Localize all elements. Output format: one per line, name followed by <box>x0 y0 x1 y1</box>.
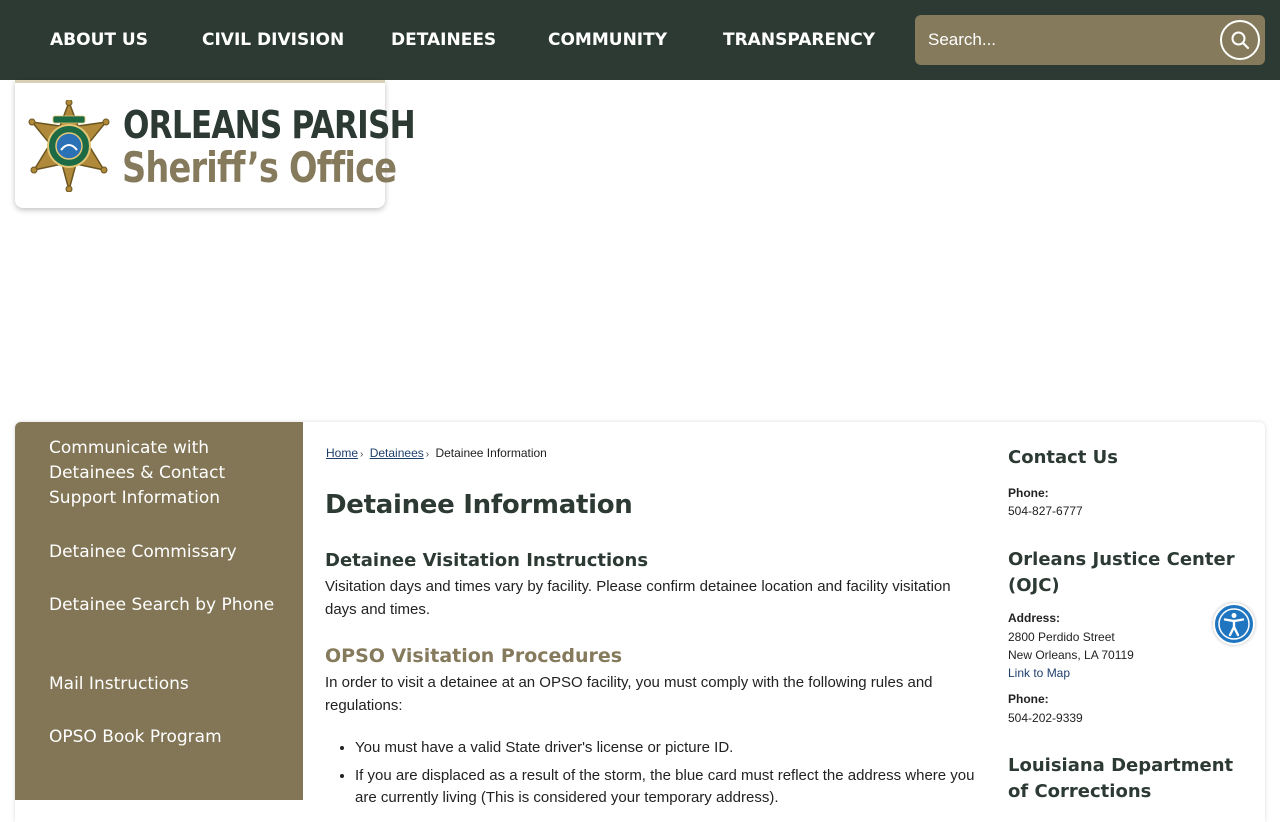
ojc-phone-label: Phone: <box>1008 692 1049 706</box>
breadcrumb-home-link[interactable]: Home <box>326 446 358 460</box>
ojc-address-line2: New Orleans, LA 70119 <box>1008 648 1134 662</box>
visitation-instructions-text: Visitation days and times vary by facili… <box>325 578 951 618</box>
list-item: If you are displaced as a result of the … <box>355 765 995 809</box>
visitation-instructions-heading: Detainee Visitation Instructions <box>325 550 649 571</box>
sidebar-item-book-program[interactable]: OPSO Book Program <box>49 725 279 750</box>
nav-detainees[interactable]: DETAINEES <box>391 30 496 50</box>
nav-about-us[interactable]: ABOUT US <box>50 30 148 50</box>
nav-community[interactable]: COMMUNITY <box>548 30 667 50</box>
ojc-phone-value: 504-202-9339 <box>1008 711 1083 725</box>
ojc-heading: Orleans Justice Center (OJC) <box>1008 549 1235 596</box>
logo-title-line2: Sheriff’s Office <box>122 143 397 192</box>
page-title: Detainee Information <box>325 490 633 520</box>
search-input[interactable] <box>915 15 1205 65</box>
breadcrumb-separator: › <box>425 449 430 460</box>
sheriff-star-badge-icon <box>28 100 110 192</box>
search-box <box>915 15 1265 65</box>
search-button[interactable] <box>1220 20 1260 60</box>
visitation-rules-list: You must have a valid State driver's lic… <box>325 737 995 815</box>
visitation-procedures-text: In order to visit a detainee at an OPSO … <box>325 674 933 714</box>
nav-transparency[interactable]: TRANSPARENCY <box>723 30 875 50</box>
list-item: You must have a valid State driver's lic… <box>355 737 995 759</box>
accessibility-button[interactable] <box>1213 603 1255 645</box>
contact-phone-label: Phone: <box>1008 486 1049 500</box>
breadcrumb-separator: › <box>360 449 364 460</box>
contact-phone-value: 504-827-6777 <box>1008 504 1083 518</box>
sidebar-item-communicate[interactable]: Communicate with Detainees & Contact Sup… <box>49 436 279 511</box>
link-to-map[interactable]: Link to Map <box>1008 666 1070 680</box>
logo-title-line1: ORLEANS PARISH <box>123 103 416 147</box>
ojc-address-label: Address: <box>1008 611 1061 625</box>
sidebar-item-commissary[interactable]: Detainee Commissary <box>49 540 279 565</box>
breadcrumb-detainees-link[interactable]: Detainees <box>370 446 424 460</box>
sidebar-item-mail-instructions[interactable]: Mail Instructions <box>49 672 279 697</box>
top-nav-bar: ABOUT US CIVIL DIVISION DETAINEES COMMUN… <box>0 0 1280 80</box>
visitation-procedures-heading: OPSO Visitation Procedures <box>325 645 623 667</box>
sidebar-item-search-by-phone[interactable]: Detainee Search by Phone <box>49 593 279 618</box>
nav-civil-division[interactable]: CIVIL DIVISION <box>202 30 344 50</box>
accessibility-icon <box>1218 608 1250 640</box>
site-logo[interactable]: ORLEANS PARISH Sheriff’s Office <box>15 80 416 208</box>
ldoc-heading: Louisiana Department of Corrections <box>1008 755 1234 802</box>
contact-us-heading: Contact Us <box>1008 447 1119 468</box>
search-icon <box>1231 31 1250 50</box>
breadcrumb: Home › Detainees › Detainee Information <box>326 446 547 460</box>
sidebar-nav: Communicate with Detainees & Contact Sup… <box>15 422 303 800</box>
ojc-address-line1: 2800 Perdido Street <box>1008 630 1115 644</box>
breadcrumb-current: Detainee Information <box>435 446 547 460</box>
